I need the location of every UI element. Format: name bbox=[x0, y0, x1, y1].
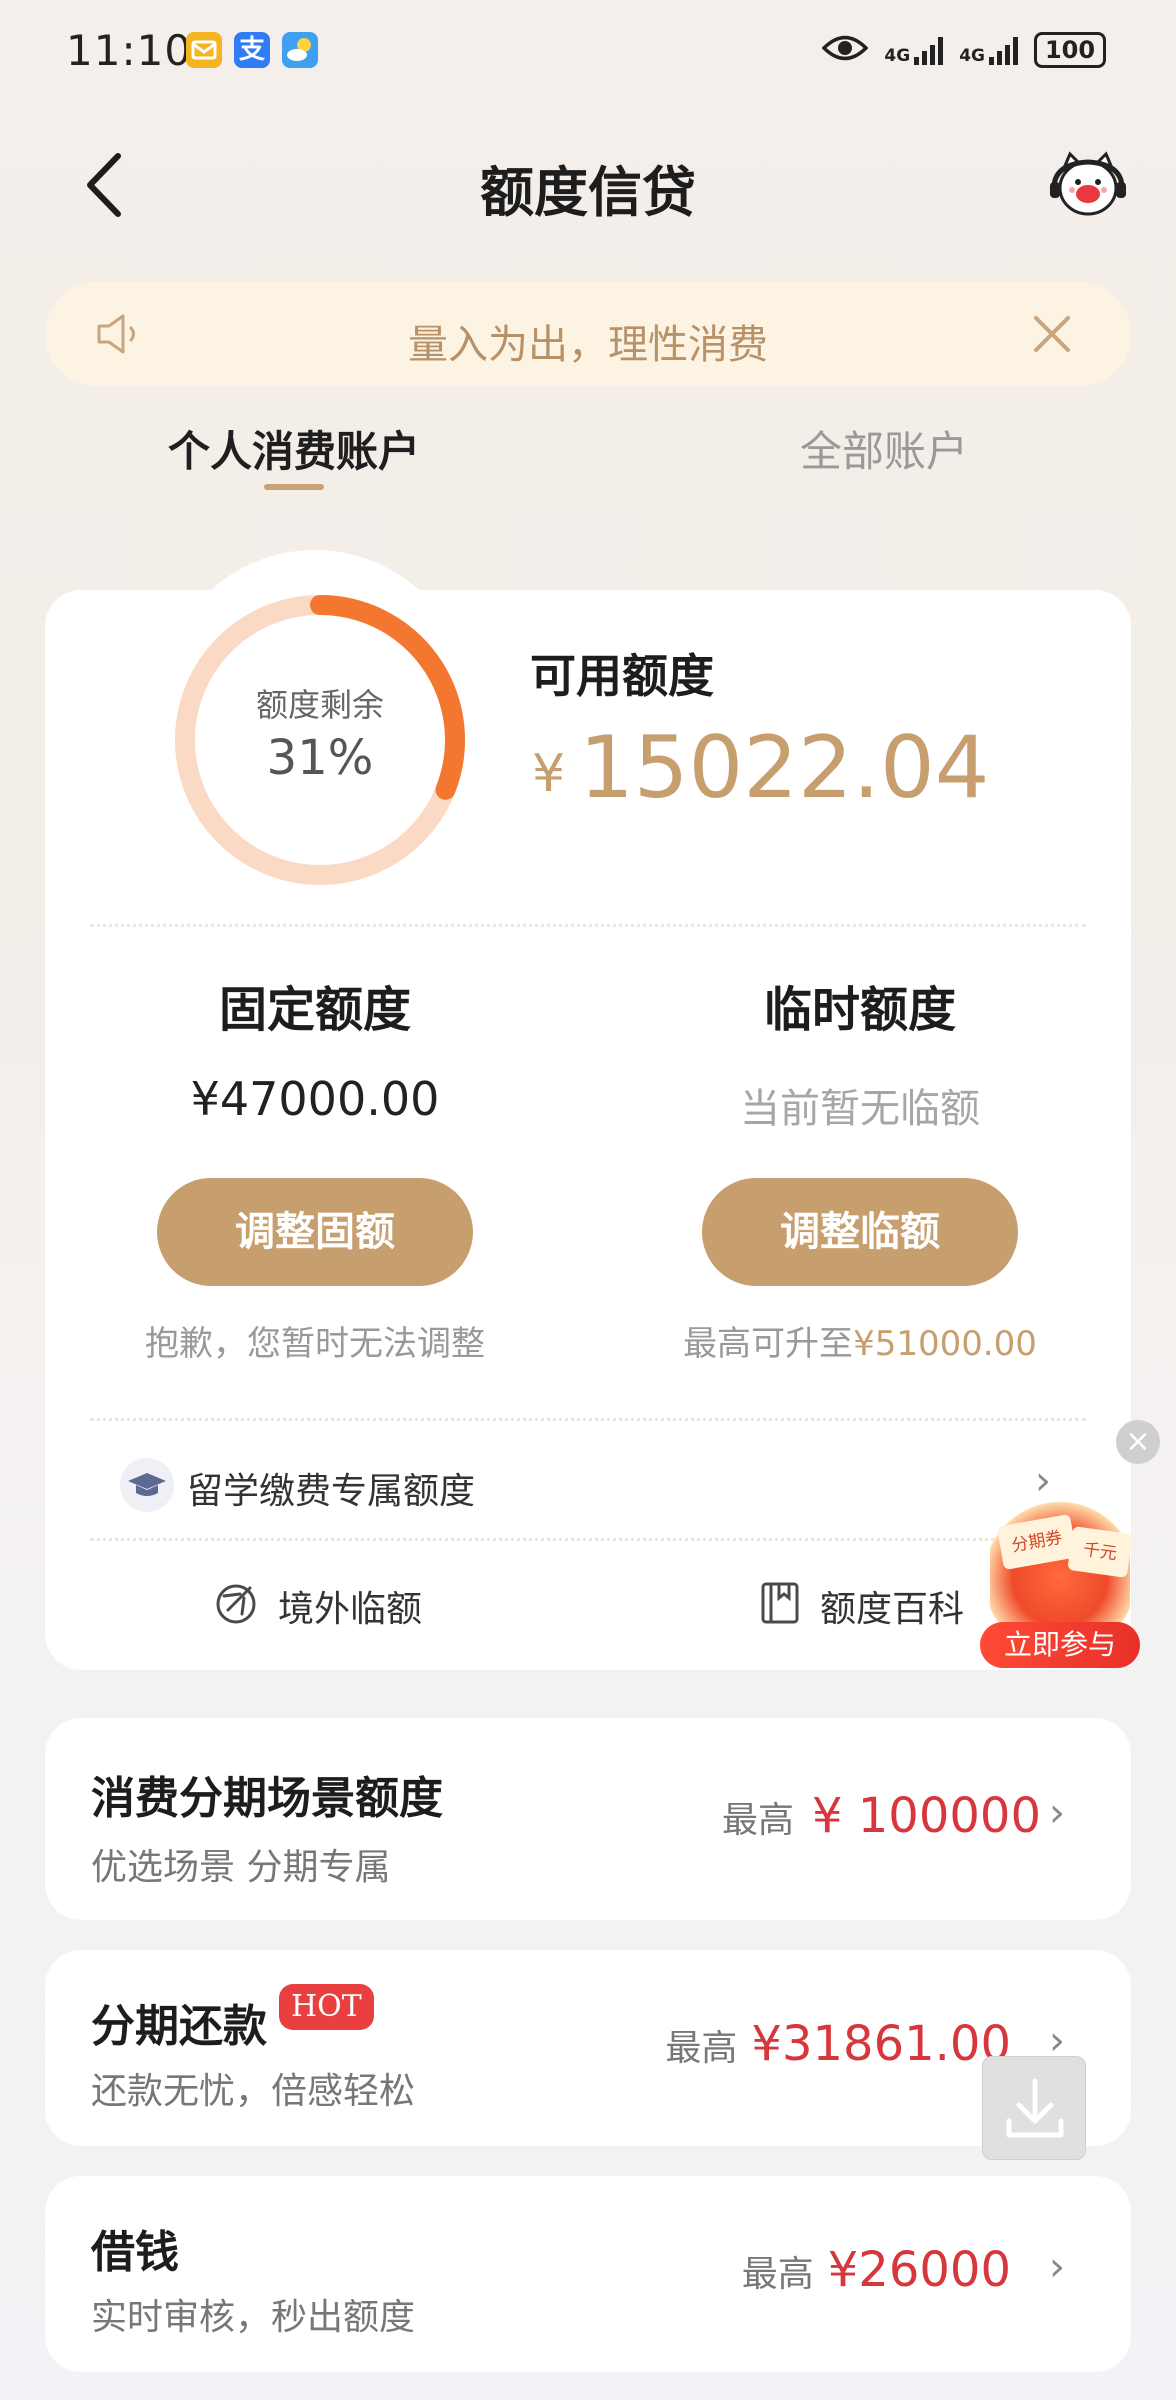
list-item-prefix: 最高 bbox=[721, 1800, 794, 1841]
list-item-amount-group: 最高 ¥26000 bbox=[742, 2242, 1011, 2298]
list-item-amount-group: 最高 ¥31861.00 bbox=[665, 2016, 1011, 2072]
list-item-prefix: 最高 bbox=[665, 2028, 738, 2069]
alipay-icon: 支 bbox=[234, 32, 270, 68]
list-item-subtitle: 还款无忧，倍感轻松 bbox=[91, 2071, 416, 2112]
notice-bar: 量入为出，理性消费 bbox=[45, 282, 1131, 386]
fixed-credit-amount: ¥47000.00 bbox=[190, 1072, 440, 1126]
list-item-title: 消费分期场景额度 bbox=[91, 1773, 443, 1824]
borrow-money-card[interactable]: 借钱 实时审核，秒出额度 最高 ¥26000 › bbox=[45, 2176, 1131, 2372]
signal-icon: 4G bbox=[884, 35, 944, 65]
temporary-credit-note: 最高可升至¥51000.00 bbox=[630, 1316, 1090, 1365]
study-abroad-credit-row[interactable]: 留学缴费专属额度 › bbox=[45, 1440, 1131, 1530]
chevron-right-icon: › bbox=[1049, 1790, 1065, 1836]
fixed-credit-title: 固定额度 bbox=[218, 982, 411, 1038]
hot-badge: HOT bbox=[279, 1984, 374, 2030]
status-time: 11:10 bbox=[66, 26, 193, 75]
temporary-credit-title: 临时额度 bbox=[763, 982, 956, 1038]
close-icon bbox=[1034, 316, 1070, 352]
customer-service-mascot-icon bbox=[1050, 151, 1126, 216]
promo-close-button[interactable]: × bbox=[1116, 1420, 1160, 1464]
tab-all-accounts[interactable]: 全部账户 bbox=[800, 418, 968, 479]
page-title: 额度信贷 bbox=[480, 161, 696, 224]
eye-icon bbox=[821, 33, 869, 67]
list-item-amount: ¥ 100000 bbox=[811, 1788, 1041, 1844]
customer-service-button[interactable] bbox=[1050, 150, 1126, 220]
list-item-amount: ¥31861.00 bbox=[751, 2016, 1011, 2072]
graduation-cap-icon bbox=[120, 1458, 174, 1512]
divider bbox=[90, 1418, 1086, 1421]
weather-icon bbox=[282, 32, 318, 68]
temporary-note-prefix: 最高可升至 bbox=[683, 1324, 854, 1364]
list-item-title: 借钱 bbox=[91, 2227, 179, 2278]
status-right: 4G 4G 100 bbox=[821, 28, 1106, 72]
currency-symbol: ¥ bbox=[532, 744, 566, 804]
mail-icon bbox=[186, 32, 222, 68]
list-item-title: 分期还款 bbox=[91, 2001, 267, 2052]
adjust-fixed-credit-button[interactable]: 调整固额 bbox=[157, 1178, 473, 1286]
chevron-right-icon: › bbox=[1035, 1458, 1051, 1504]
notice-close-button[interactable] bbox=[1030, 312, 1074, 356]
temporary-credit-status: 当前暂无临额 bbox=[740, 1086, 980, 1132]
promo-join-button[interactable]: 立即参与 bbox=[980, 1622, 1140, 1668]
chevron-right-icon: › bbox=[1049, 2244, 1065, 2290]
airplane-icon bbox=[216, 1584, 256, 1624]
overseas-temp-credit-link[interactable]: 境外临额 bbox=[278, 1580, 422, 1632]
available-credit-label: 可用额度 bbox=[530, 649, 714, 703]
divider bbox=[90, 1538, 1086, 1541]
available-credit-value: 15022.04 bbox=[579, 718, 990, 818]
list-item-amount-group: 最高 ¥ 100000 bbox=[722, 1788, 1041, 1844]
fixed-credit-note: 抱歉，您暂时无法调整 bbox=[145, 1324, 485, 1364]
tab-active-indicator bbox=[264, 484, 324, 490]
notice-text: 量入为出，理性消费 bbox=[408, 322, 768, 368]
tab-personal-account[interactable]: 个人消费账户 bbox=[168, 418, 420, 479]
status-bar: 11:10 支 4G 4G 100 bbox=[0, 0, 1176, 100]
download-icon bbox=[1006, 2078, 1064, 2138]
available-credit-amount: ¥15022.04 bbox=[532, 718, 989, 818]
temporary-note-amount: ¥51000.00 bbox=[853, 1324, 1037, 1364]
installment-scene-credit-card[interactable]: 消费分期场景额度 优选场景 分期专属 最高 ¥ 100000 › bbox=[45, 1718, 1131, 1920]
ring-label: 额度剩余 bbox=[255, 686, 384, 724]
divider bbox=[90, 924, 1086, 927]
ring-percentage: 31% bbox=[266, 730, 374, 786]
book-icon bbox=[761, 1582, 799, 1624]
list-item-subtitle: 优选场景 分期专属 bbox=[91, 1847, 391, 1888]
list-item-subtitle: 实时审核，秒出额度 bbox=[91, 2297, 416, 2338]
download-button[interactable] bbox=[982, 2056, 1086, 2160]
list-item-prefix: 最高 bbox=[741, 2254, 814, 2295]
battery-icon: 100 bbox=[1034, 32, 1106, 68]
signal-icon-2: 4G bbox=[959, 35, 1018, 65]
adjust-temporary-credit-button[interactable]: 调整临额 bbox=[702, 1178, 1018, 1286]
promo-coupon-tag-2: 千元 bbox=[1067, 1526, 1133, 1578]
study-abroad-label: 留学缴费专属额度 bbox=[187, 1471, 476, 1512]
installment-repayment-card[interactable]: 分期还款 HOT 还款无忧，倍感轻松 最高 ¥31861.00 › bbox=[45, 1950, 1131, 2146]
list-item-amount: ¥26000 bbox=[827, 2242, 1011, 2298]
credit-encyclopedia-link[interactable]: 额度百科 bbox=[820, 1580, 964, 1632]
